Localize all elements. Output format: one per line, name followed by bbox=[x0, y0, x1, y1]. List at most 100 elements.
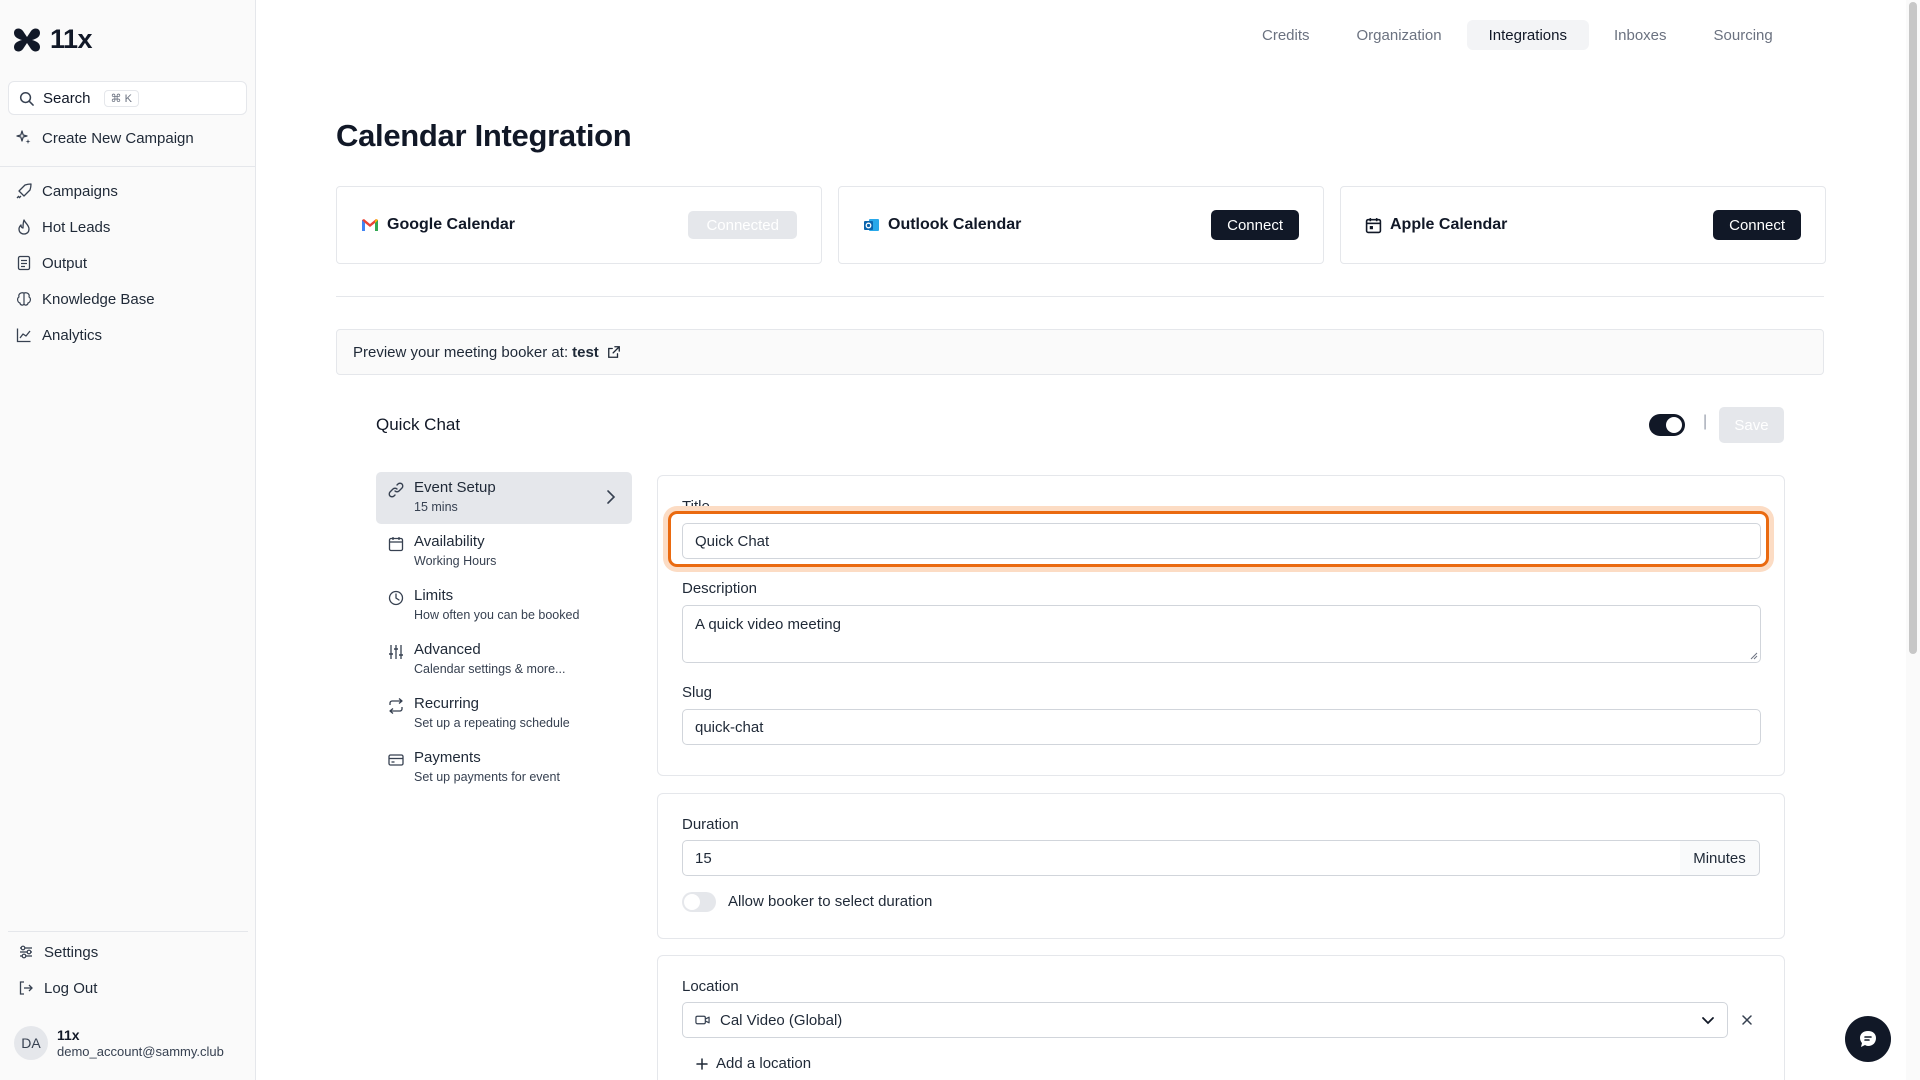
connect-apple-button[interactable]: Connect bbox=[1713, 210, 1801, 240]
title-input-focus-ring bbox=[668, 511, 1769, 567]
event-menu-payments[interactable]: Payments Set up payments for event bbox=[376, 742, 632, 794]
event-type-name: Quick Chat bbox=[376, 415, 461, 434]
repeat-icon bbox=[389, 698, 403, 714]
sidebar: 11x Search ⌘ K Create New Campaign Campa… bbox=[0, 0, 256, 1080]
logout-icon bbox=[19, 981, 33, 995]
user-profile[interactable]: DA 11x demo_account@sammy.club bbox=[14, 1026, 224, 1060]
user-name: 11x bbox=[57, 1027, 80, 1043]
event-menu-event-setup[interactable]: Event Setup 15 mins bbox=[376, 472, 632, 524]
chat-icon bbox=[1860, 1031, 1876, 1047]
duration-unit: Minutes bbox=[1680, 840, 1760, 876]
event-menu-label: Event Setup bbox=[414, 479, 496, 496]
allow-duration-toggle[interactable] bbox=[682, 892, 716, 912]
duration-panel: Duration 15 Minutes Allow booker to sele… bbox=[657, 793, 1785, 939]
add-location-label: Add a location bbox=[716, 1055, 812, 1072]
create-campaign-label: Create New Campaign bbox=[42, 129, 194, 147]
event-menu-advanced[interactable]: Advanced Calendar settings & more... bbox=[376, 634, 632, 686]
description-label: Description bbox=[682, 580, 758, 597]
calendar-cards: Google Calendar Connected Outlook Calend… bbox=[336, 186, 1826, 264]
connected-button[interactable]: Connected bbox=[688, 211, 797, 239]
sidebar-item-campaigns[interactable]: Campaigns bbox=[16, 179, 118, 203]
brain-icon bbox=[17, 292, 31, 306]
tab-sourcing[interactable]: Sourcing bbox=[1692, 20, 1795, 50]
duration-input[interactable]: 15 bbox=[682, 840, 1682, 876]
event-menu-label: Recurring bbox=[414, 695, 480, 712]
calendar-name: Apple Calendar bbox=[1390, 216, 1508, 233]
event-enabled-toggle[interactable] bbox=[1649, 414, 1685, 436]
chat-support-button[interactable] bbox=[1845, 1016, 1891, 1062]
scrollbar-thumb[interactable] bbox=[1909, 2, 1917, 654]
app-name: 11x bbox=[50, 24, 93, 54]
save-button[interactable]: Save bbox=[1719, 407, 1784, 443]
outlook-icon bbox=[864, 219, 879, 231]
event-menu-recurring[interactable]: Recurring Set up a repeating schedule bbox=[376, 688, 632, 740]
sidebar-item-label: Analytics bbox=[42, 326, 103, 344]
event-menu-label: Limits bbox=[414, 587, 454, 604]
event-menu-sub: How often you can be booked bbox=[414, 608, 580, 622]
preview-link[interactable]: test bbox=[572, 344, 599, 361]
calendar-icon bbox=[388, 537, 404, 552]
page-title: Calendar Integration bbox=[336, 118, 632, 153]
tab-integrations[interactable]: Integrations bbox=[1466, 20, 1589, 50]
header-separator: | bbox=[1703, 413, 1708, 430]
search-label: Search bbox=[43, 89, 91, 107]
event-menu-sub: Calendar settings & more... bbox=[414, 662, 566, 676]
location-select[interactable]: Cal Video (Global) bbox=[682, 1002, 1728, 1038]
location-value: Cal Video (Global) bbox=[720, 1011, 843, 1029]
flame-icon bbox=[18, 219, 30, 235]
google-calendar-card: Google Calendar Connected bbox=[336, 186, 822, 264]
connect-outlook-button[interactable]: Connect bbox=[1211, 210, 1299, 240]
plus-icon bbox=[696, 1057, 708, 1070]
chart-icon bbox=[16, 328, 31, 343]
location-panel: Location Cal Video (Global) Add a locati… bbox=[657, 955, 1785, 1080]
logout-button[interactable]: Log Out bbox=[18, 976, 97, 1000]
add-location-button[interactable]: Add a location bbox=[696, 1055, 811, 1072]
event-menu-label: Availability bbox=[414, 533, 485, 550]
calendar-name: Outlook Calendar bbox=[888, 216, 1022, 233]
slug-label: Slug bbox=[682, 684, 713, 701]
document-icon bbox=[17, 255, 31, 271]
slug-input[interactable]: quick-chat bbox=[682, 709, 1761, 745]
event-menu-sub: Set up payments for event bbox=[414, 770, 560, 784]
settings-sliders-icon bbox=[20, 945, 32, 959]
app-logo[interactable]: 11x bbox=[12, 24, 93, 55]
top-tabs: Credits Organization Integrations Inboxe… bbox=[1240, 20, 1798, 50]
link-icon bbox=[388, 482, 404, 498]
description-value: A quick video meeting bbox=[695, 616, 841, 633]
allow-duration-label: Allow booker to select duration bbox=[728, 893, 933, 910]
user-email: demo_account@sammy.club bbox=[57, 1044, 224, 1059]
event-menu-limits[interactable]: Limits How often you can be booked bbox=[376, 580, 632, 632]
calendar-icon bbox=[1365, 217, 1382, 233]
sidebar-item-knowledge-base[interactable]: Knowledge Base bbox=[16, 287, 155, 311]
sidebar-item-label: Knowledge Base bbox=[42, 290, 155, 308]
sidebar-item-hot-leads[interactable]: Hot Leads bbox=[16, 215, 110, 239]
search-icon bbox=[19, 91, 34, 106]
clock-icon bbox=[388, 590, 404, 606]
event-menu-label: Payments bbox=[414, 749, 481, 766]
video-icon bbox=[695, 1015, 710, 1025]
resize-handle-icon[interactable] bbox=[1750, 652, 1758, 660]
sidebar-item-analytics[interactable]: Analytics bbox=[16, 323, 102, 347]
event-menu-sub: Working Hours bbox=[414, 554, 497, 568]
calendar-name: Google Calendar bbox=[387, 216, 516, 233]
description-textarea[interactable]: A quick video meeting bbox=[682, 605, 1761, 663]
remove-location-icon[interactable] bbox=[1741, 1014, 1753, 1026]
search-input[interactable]: Search ⌘ K bbox=[8, 81, 247, 115]
event-menu-availability[interactable]: Availability Working Hours bbox=[376, 526, 632, 578]
tab-organization[interactable]: Organization bbox=[1335, 20, 1464, 50]
duration-label: Duration bbox=[682, 816, 739, 833]
page-scrollbar[interactable] bbox=[1906, 0, 1920, 1080]
rocket-icon bbox=[16, 183, 32, 199]
gmail-icon bbox=[362, 219, 378, 231]
chevron-down-icon bbox=[1702, 1016, 1714, 1024]
settings-button[interactable]: Settings bbox=[18, 940, 98, 964]
tab-credits[interactable]: Credits bbox=[1240, 20, 1332, 50]
external-link-icon[interactable] bbox=[607, 345, 621, 359]
sidebar-item-output[interactable]: Output bbox=[16, 251, 87, 275]
sparkle-icon bbox=[16, 130, 31, 144]
search-shortcut: ⌘ K bbox=[103, 89, 139, 107]
sliders-icon bbox=[389, 645, 403, 659]
sidebar-divider bbox=[0, 166, 256, 167]
tab-inboxes[interactable]: Inboxes bbox=[1592, 20, 1689, 50]
create-campaign-button[interactable]: Create New Campaign bbox=[16, 126, 194, 150]
